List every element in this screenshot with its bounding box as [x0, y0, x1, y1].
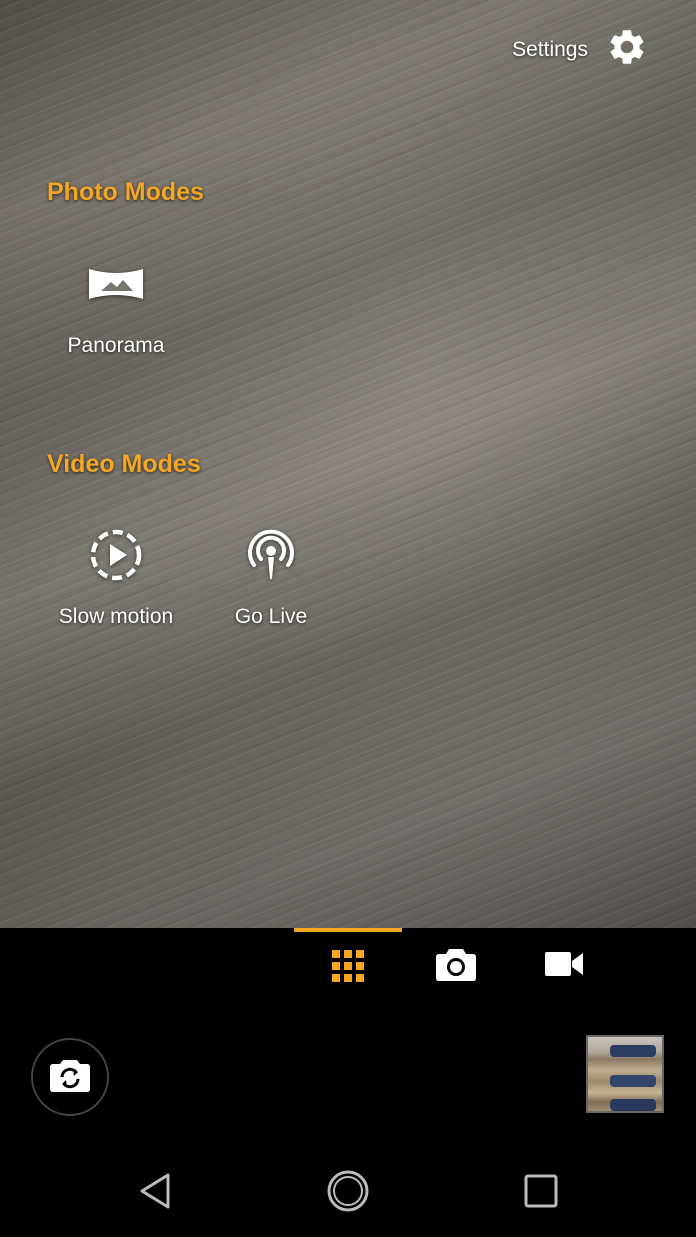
- home-button[interactable]: [318, 1168, 378, 1218]
- switch-camera-icon: [50, 1058, 90, 1097]
- settings-label: Settings: [512, 38, 588, 61]
- mode-slow-motion[interactable]: Slow motion: [36, 527, 196, 629]
- tab-video[interactable]: [510, 928, 618, 1004]
- mode-label: Go Live: [234, 605, 308, 628]
- photo-modes-title: Photo Modes: [47, 178, 204, 206]
- gallery-thumbnail[interactable]: [586, 1035, 664, 1113]
- recents-button[interactable]: [511, 1168, 571, 1218]
- back-button[interactable]: [125, 1168, 185, 1218]
- live-broadcast-icon: [191, 527, 351, 583]
- video-modes-title: Video Modes: [47, 450, 201, 478]
- panorama-icon: [36, 256, 196, 312]
- videocam-icon: [545, 951, 583, 981]
- mode-label: Slow motion: [58, 605, 174, 628]
- slow-motion-icon: [36, 527, 196, 583]
- mode-panorama[interactable]: Panorama: [36, 256, 196, 358]
- camera-icon: [436, 947, 476, 986]
- tab-photo[interactable]: [402, 928, 510, 1004]
- system-navigation-bar: [0, 1148, 696, 1237]
- grid-icon: [332, 949, 364, 987]
- back-icon: [138, 1172, 172, 1215]
- tab-modes[interactable]: [294, 928, 402, 1004]
- mode-label: Panorama: [67, 334, 165, 357]
- gear-icon: [606, 26, 648, 74]
- mode-go-live[interactable]: Go Live: [191, 527, 351, 629]
- home-icon: [326, 1169, 370, 1218]
- switch-camera-button[interactable]: [31, 1038, 109, 1116]
- settings-button[interactable]: Settings: [512, 26, 648, 74]
- recents-icon: [524, 1174, 558, 1213]
